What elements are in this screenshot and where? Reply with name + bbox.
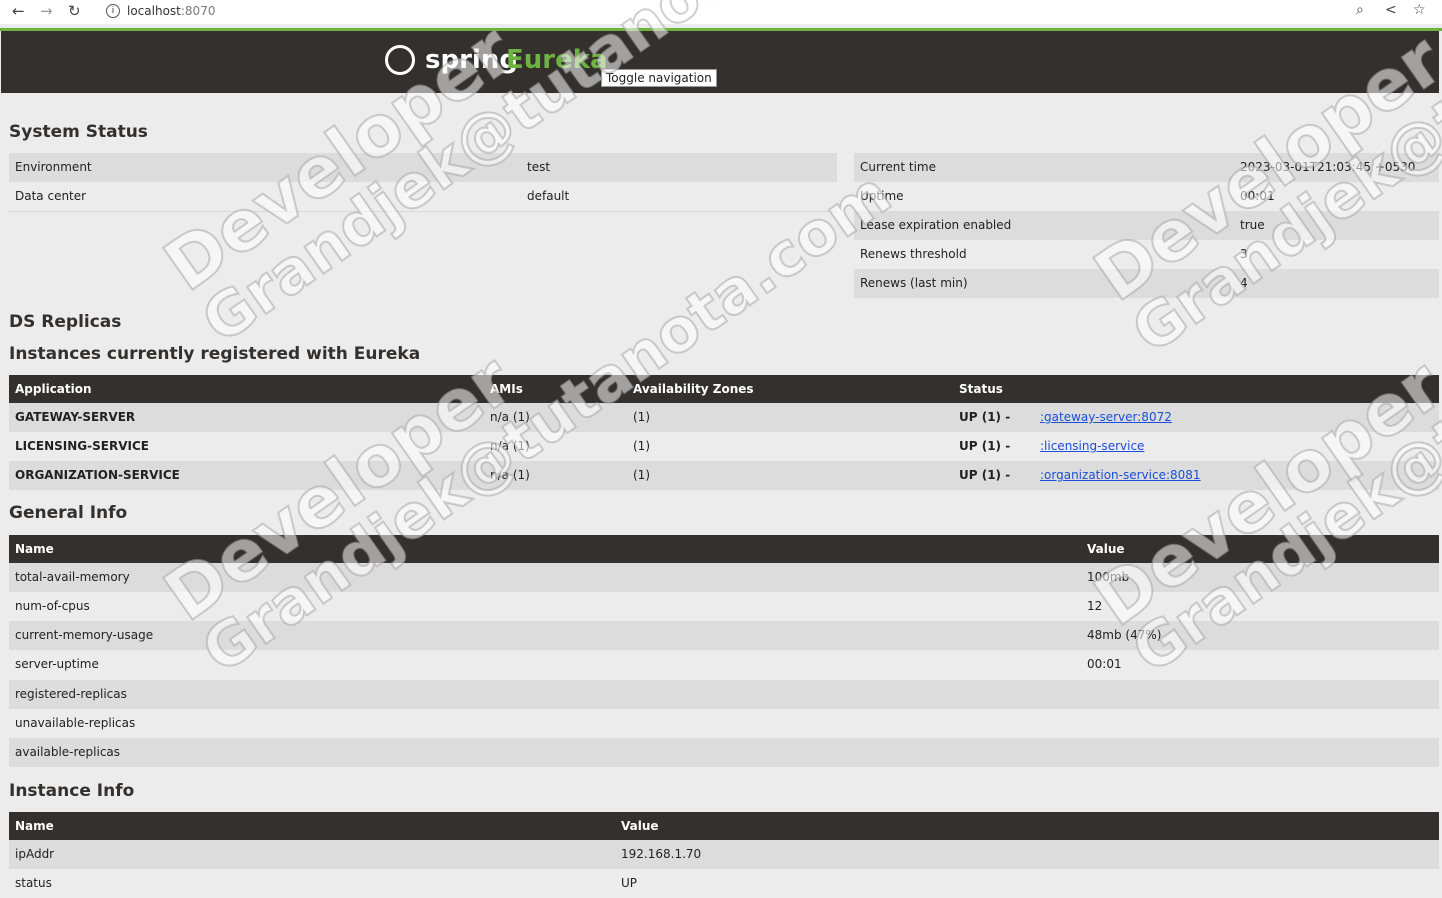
ds-replicas-title: DS Replicas (9, 312, 122, 332)
zones: (1) (633, 410, 650, 424)
instance-link[interactable]: :licensing-service (1040, 432, 1144, 461)
table-row: available-replicas (9, 738, 1439, 767)
table-row: Lease expiration enabled true (854, 211, 1439, 240)
instance-link[interactable]: :organization-service:8081 (1040, 461, 1201, 490)
table-row: server-uptime 00:01 (9, 650, 1439, 679)
back-arrow-icon[interactable]: ← (12, 2, 25, 20)
instance-info-title: Instance Info (9, 781, 135, 801)
table-row: registered-replicas (9, 680, 1439, 709)
site-info-icon[interactable]: i (106, 4, 120, 18)
row-value: 4 (1240, 276, 1248, 290)
share-icon[interactable]: < (1385, 2, 1397, 18)
row-label: num-of-cpus (15, 599, 90, 613)
status: UP (1) - (959, 410, 1011, 424)
row-value: 12 (1087, 599, 1103, 613)
col-value: Value (1087, 542, 1125, 556)
table-row: status UP (9, 869, 1439, 898)
forward-arrow-icon[interactable]: → (40, 2, 53, 20)
col-status: Status (959, 382, 1003, 396)
col-application: Application (15, 382, 92, 396)
status: UP (1) - (959, 468, 1011, 482)
table-row: Data center default (9, 182, 837, 212)
row-value: 00:01 (1087, 657, 1122, 671)
zones: (1) (633, 468, 650, 482)
row-label: Data center (15, 189, 87, 203)
amis: n/a (1) (490, 439, 530, 453)
instances-title: Instances currently registered with Eure… (9, 344, 421, 364)
instances-table-header: Application AMIs Availability Zones Stat… (9, 375, 1439, 403)
row-value: 100mb (1087, 570, 1130, 584)
row-label: current-memory-usage (15, 628, 154, 642)
instance-link[interactable]: :gateway-server:8072 (1040, 403, 1172, 432)
table-row: ipAddr 192.168.1.70 (9, 840, 1439, 869)
row-value: test (527, 160, 551, 174)
row-label: status (15, 876, 52, 890)
table-row: Renews (last min) 4 (854, 269, 1439, 298)
app-name: GATEWAY-SERVER (15, 410, 136, 424)
col-availability-zones: Availability Zones (633, 382, 754, 396)
table-row: LICENSING-SERVICE n/a (1) (1) UP (1) - :… (9, 432, 1439, 461)
table-row: unavailable-replicas (9, 709, 1439, 738)
row-value: UP (621, 876, 638, 890)
row-label: Environment (15, 160, 92, 174)
col-name: Name (15, 542, 54, 556)
amis: n/a (1) (490, 468, 530, 482)
toggle-navigation-button[interactable]: Toggle navigation (601, 69, 717, 87)
row-value: 00:01 (1240, 189, 1275, 203)
row-label: Lease expiration enabled (860, 218, 1012, 232)
col-name: Name (15, 819, 54, 833)
brand-spring: spring (425, 45, 518, 75)
table-row: Renews threshold 3 (854, 240, 1439, 269)
row-label: available-replicas (15, 745, 121, 759)
zones: (1) (633, 439, 650, 453)
row-label: Current time (860, 160, 936, 174)
row-value: default (527, 189, 570, 203)
table-row: current-memory-usage 48mb (47%) (9, 621, 1439, 650)
url-port: :8070 (180, 4, 216, 18)
reload-icon[interactable]: ↻ (68, 2, 81, 20)
bookmark-star-icon[interactable]: ☆ (1413, 2, 1426, 18)
system-status-title: System Status (9, 122, 148, 142)
row-value: 192.168.1.70 (621, 847, 702, 861)
table-row: num-of-cpus 12 (9, 592, 1439, 621)
table-row: total-avail-memory 100mb (9, 563, 1439, 592)
row-label: registered-replicas (15, 687, 127, 701)
amis: n/a (1) (490, 410, 530, 424)
table-row: Current time 2023-03-01T21:03:45 +0530 (854, 153, 1439, 182)
spring-leaf-icon (385, 45, 415, 75)
table-row: GATEWAY-SERVER n/a (1) (1) UP (1) - :gat… (9, 403, 1439, 432)
col-amis: AMIs (490, 382, 523, 396)
brand-eureka: Eureka (506, 45, 608, 75)
app-name: ORGANIZATION-SERVICE (15, 468, 180, 482)
row-value: 2023-03-01T21:03:45 +0530 (1240, 160, 1416, 174)
url-host: localhost (127, 4, 181, 18)
row-label: Uptime (860, 189, 904, 203)
instance-info-table-header: Name Value (9, 812, 1439, 840)
row-label: unavailable-replicas (15, 716, 136, 730)
col-value: Value (621, 819, 659, 833)
browser-toolbar: ← → ↻ i localhost:8070 ⌕ < ☆ (0, 0, 1442, 24)
row-label: total-avail-memory (15, 570, 130, 584)
table-row: ORGANIZATION-SERVICE n/a (1) (1) UP (1) … (9, 461, 1439, 490)
row-label: server-uptime (15, 657, 99, 671)
app-name: LICENSING-SERVICE (15, 439, 149, 453)
navbar (1, 31, 1439, 93)
row-label: Renews threshold (860, 247, 967, 261)
general-info-title: General Info (9, 503, 128, 523)
row-label: ipAddr (15, 847, 55, 861)
row-value: 3 (1240, 247, 1248, 261)
general-info-table-header: Name Value (9, 535, 1439, 563)
address-bar[interactable]: i localhost:8070 (106, 4, 215, 18)
row-label: Renews (last min) (860, 276, 968, 290)
row-value: 48mb (47%) (1087, 628, 1162, 642)
row-value: true (1240, 218, 1265, 232)
table-row: Uptime 00:01 (854, 182, 1439, 211)
zoom-icon[interactable]: ⌕ (1356, 2, 1364, 18)
table-row: Environment test (9, 153, 837, 182)
status: UP (1) - (959, 439, 1011, 453)
